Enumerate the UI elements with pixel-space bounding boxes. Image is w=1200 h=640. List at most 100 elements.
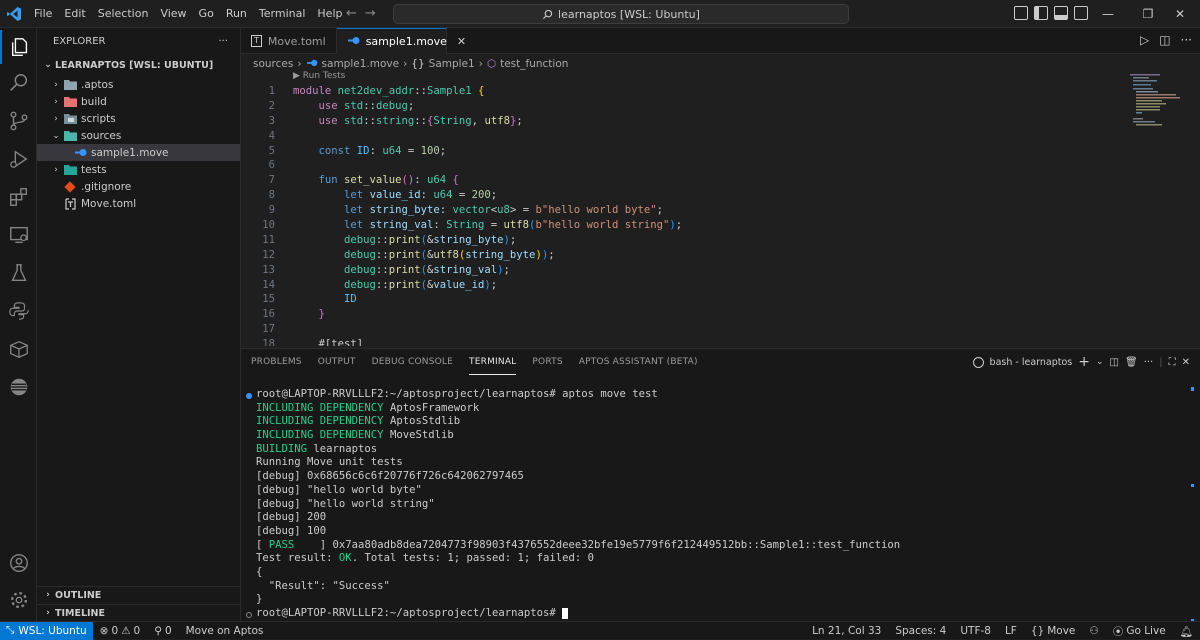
notifications-bell-icon[interactable]: 🔔︎ (1173, 625, 1200, 638)
folder-icon (63, 79, 77, 91)
maximize-panel-icon[interactable]: ⛶ (1169, 357, 1176, 368)
explorer-more-actions[interactable]: ··· (218, 36, 228, 47)
extensions-icon[interactable] (0, 180, 37, 214)
breadcrumb-function[interactable]: test_function (500, 58, 568, 70)
go-live[interactable]: ⦿ Go Live (1106, 624, 1173, 639)
minimap[interactable] (1130, 74, 1186, 134)
line-number: 10 (262, 219, 275, 232)
ports-status[interactable]: ⚲ 0 (147, 625, 178, 637)
braces-icon: {} (1030, 625, 1045, 637)
breadcrumb-file[interactable]: sample1.move (322, 58, 400, 70)
editor-area: T Move.toml sample1.move ✕ ▷ ◫ ··· sourc… (241, 28, 1200, 348)
close-panel-icon[interactable]: ✕ (1182, 357, 1190, 368)
containers-icon[interactable] (0, 332, 37, 366)
menu-help[interactable]: Help (311, 0, 348, 28)
menu-go[interactable]: Go (193, 0, 220, 28)
toggle-secondary-sidebar-icon[interactable] (1074, 6, 1088, 20)
forward-arrow-icon[interactable]: → (365, 6, 376, 21)
command-decoration-icon[interactable] (246, 393, 252, 399)
tree-folder-tests[interactable]: › tests (37, 161, 240, 178)
tree-file-gitignore[interactable]: .gitignore (37, 178, 240, 195)
back-arrow-icon[interactable]: ← (346, 6, 357, 21)
command-center-search[interactable]: learnaptos [WSL: Ubuntu] (393, 4, 849, 24)
testing-icon[interactable] (0, 256, 37, 290)
tab-debug-console[interactable]: DEBUG CONSOLE (372, 349, 453, 375)
panel-actions: bash - learnaptos + ⌄ ◫ 🗑 ··· | ⛶ ✕ (972, 354, 1190, 370)
split-editor-icon[interactable]: ◫ (1159, 33, 1170, 47)
toggle-primary-sidebar-icon[interactable] (1034, 6, 1048, 20)
tree-folder-sources[interactable]: ⌄ sources (37, 127, 240, 144)
chevron-down-icon[interactable]: ⌄ (1096, 357, 1104, 367)
tab-sample1-move[interactable]: sample1.move ✕ (336, 28, 466, 54)
customize-layout-icon[interactable] (1014, 6, 1028, 20)
move-on-aptos-status[interactable]: Move on Aptos (179, 625, 271, 637)
code-line: module net2dev_addr::Sample1 { (293, 85, 485, 97)
close-tab-icon[interactable]: ✕ (457, 35, 466, 48)
aptos-icon[interactable] (0, 370, 37, 404)
end-of-line[interactable]: LF (998, 625, 1024, 637)
copilot-icon[interactable]: ⚇ (1082, 625, 1105, 637)
menu-edit[interactable]: Edit (58, 0, 91, 28)
command-decoration-empty-icon[interactable] (246, 612, 252, 618)
tab-aptos-assistant[interactable]: APTOS ASSISTANT (BETA) (579, 349, 698, 375)
menu-file[interactable]: File (28, 0, 58, 28)
menu-view[interactable]: View (154, 0, 192, 28)
language-mode[interactable]: {} Move (1024, 625, 1083, 637)
tab-problems[interactable]: PROBLEMS (251, 349, 302, 375)
tree-folder-aptos[interactable]: › .aptos (37, 76, 240, 93)
folder-sources-icon (63, 130, 77, 142)
explorer-icon[interactable] (0, 30, 37, 64)
terminal-output[interactable]: root@LAPTOP-RRVLLLF2:~/aptosproject/lear… (256, 388, 900, 621)
run-tests-codelens[interactable]: ▶ Run Tests (293, 71, 345, 81)
encoding[interactable]: UTF-8 (953, 625, 998, 637)
breadcrumb: sources › sample1.move › {} Sample1 › ⬡ … (241, 54, 1200, 74)
split-terminal-icon[interactable]: ◫ (1110, 357, 1119, 368)
menu-terminal[interactable]: Terminal (253, 0, 312, 28)
terminal-keyword: INCLUDING DEPENDENCY (256, 429, 384, 442)
go-live-label: Go Live (1126, 625, 1166, 637)
indentation[interactable]: Spaces: 4 (888, 625, 953, 637)
terminal-keyword: BUILDING (256, 442, 308, 455)
minimize-button[interactable]: — (1088, 0, 1128, 28)
toml-icon (63, 197, 77, 210)
run-and-debug-icon[interactable] (0, 142, 37, 176)
terminal-text: learnaptos (307, 442, 378, 455)
toggle-panel-icon[interactable] (1054, 6, 1068, 20)
problems-status[interactable]: ⊗ 0 ⚠ 0 (93, 625, 148, 637)
remote-indicator[interactable]: ⤡ WSL: Ubuntu (0, 621, 93, 640)
code-editor[interactable]: 1 module net2dev_addr::Sample1 { 2 use st… (241, 85, 1121, 346)
trash-icon[interactable]: 🗑 (1125, 357, 1138, 368)
remote-explorer-icon[interactable] (0, 218, 37, 252)
terminal-text: [ (256, 538, 269, 551)
outline-section[interactable]: › OUTLINE (37, 586, 241, 603)
menu-selection[interactable]: Selection (92, 0, 155, 28)
search-icon[interactable] (0, 66, 37, 100)
tab-move-toml[interactable]: T Move.toml (241, 28, 337, 54)
tab-ports[interactable]: PORTS (532, 349, 562, 375)
run-icon[interactable]: ▷ (1140, 33, 1149, 47)
accounts-icon[interactable] (0, 546, 37, 580)
breadcrumb-folder[interactable]: sources (253, 58, 293, 70)
timeline-section[interactable]: › TIMELINE (37, 604, 241, 621)
terminal-name[interactable]: bash - learnaptos (990, 357, 1073, 368)
more-actions-icon[interactable]: ··· (1181, 33, 1192, 47)
tree-folder-scripts[interactable]: › scripts (37, 110, 240, 127)
workspace-root[interactable]: ⌄ LEARNAPTOS [WSL: UBUNTU] (37, 54, 240, 76)
settings-gear-icon[interactable] (0, 583, 37, 617)
tab-terminal[interactable]: TERMINAL (469, 349, 517, 375)
terminal-line: BUILDING learnaptos (256, 443, 900, 457)
breadcrumb-module[interactable]: Sample1 (429, 58, 475, 70)
tree-file-move-toml[interactable]: Move.toml (37, 195, 240, 212)
tree-folder-build[interactable]: › build (37, 93, 240, 110)
tree-label: Move.toml (81, 197, 137, 210)
tree-file-sample1-move[interactable]: sample1.move (37, 144, 240, 161)
tab-output[interactable]: OUTPUT (318, 349, 356, 375)
new-terminal-icon[interactable]: + (1078, 354, 1090, 370)
cursor-position[interactable]: Ln 21, Col 33 (805, 625, 888, 637)
source-control-icon[interactable] (0, 104, 37, 138)
menu-run[interactable]: Run (220, 0, 253, 28)
more-actions-icon[interactable]: ··· (1144, 357, 1154, 368)
python-icon[interactable] (0, 294, 37, 328)
close-window-button[interactable]: ✕ (1160, 0, 1200, 28)
